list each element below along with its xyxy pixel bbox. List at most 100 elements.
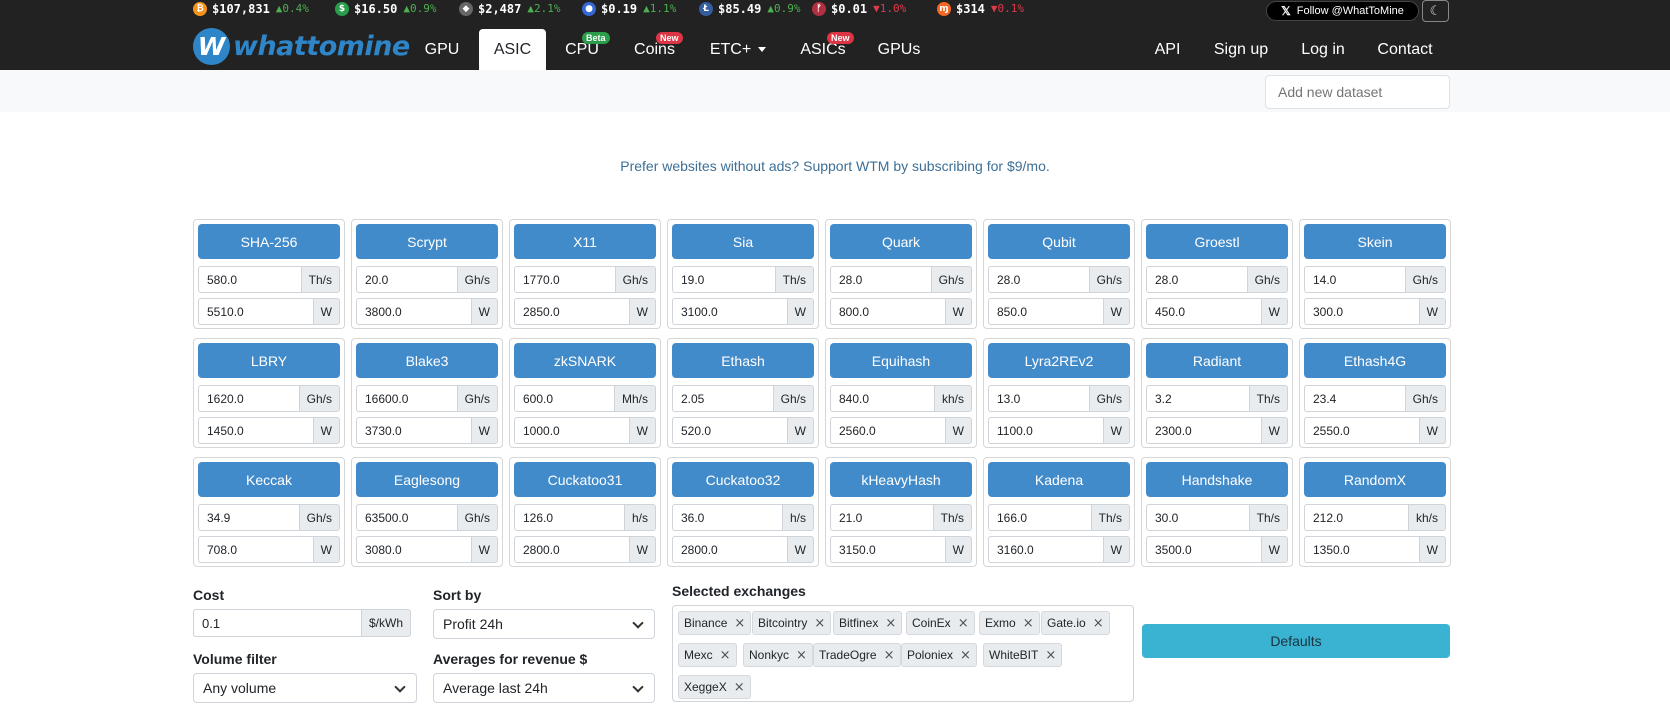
- ticker-item[interactable]: ₿ $107,831 ▲ 0.4%: [193, 1, 309, 16]
- power-input[interactable]: [830, 536, 945, 563]
- algo-toggle-button[interactable]: Radiant: [1146, 343, 1288, 378]
- power-input[interactable]: [356, 536, 471, 563]
- power-input[interactable]: [1146, 298, 1261, 325]
- hashrate-input[interactable]: [830, 385, 934, 412]
- hashrate-input[interactable]: [514, 266, 615, 293]
- hashrate-input[interactable]: [356, 385, 457, 412]
- power-input[interactable]: [514, 298, 629, 325]
- remove-icon[interactable]: ×: [885, 616, 896, 631]
- hashrate-input[interactable]: [356, 266, 457, 293]
- power-input[interactable]: [988, 536, 1103, 563]
- exchanges-multiselect[interactable]: Binance × Bitcointry × Bitfinex × CoinEx × Exmo ×…: [672, 605, 1134, 702]
- algo-toggle-button[interactable]: Sia: [672, 224, 814, 259]
- hashrate-input[interactable]: [1304, 385, 1405, 412]
- algo-toggle-button[interactable]: kHeavyHash: [830, 462, 972, 497]
- ticker-item[interactable]: ● $0.19 ▲ 1.1%: [582, 1, 676, 16]
- averages-select[interactable]: Average last 24h: [433, 673, 655, 703]
- hashrate-input[interactable]: [1304, 266, 1405, 293]
- algo-toggle-button[interactable]: LBRY: [198, 343, 340, 378]
- remove-icon[interactable]: ×: [720, 648, 731, 663]
- power-input[interactable]: [988, 417, 1103, 444]
- power-input[interactable]: [1304, 536, 1419, 563]
- power-input[interactable]: [672, 536, 787, 563]
- hashrate-input[interactable]: [988, 504, 1091, 531]
- hashrate-input[interactable]: [830, 504, 933, 531]
- hashrate-input[interactable]: [1146, 385, 1249, 412]
- algo-toggle-button[interactable]: Keccak: [198, 462, 340, 497]
- remove-icon[interactable]: ×: [814, 616, 825, 631]
- site-logo[interactable]: W whattomine: [193, 27, 410, 65]
- algo-toggle-button[interactable]: Equihash: [830, 343, 972, 378]
- power-input[interactable]: [830, 298, 945, 325]
- algo-toggle-button[interactable]: Scrypt: [356, 224, 498, 259]
- hashrate-input[interactable]: [356, 504, 457, 531]
- add-dataset-input[interactable]: [1265, 75, 1450, 109]
- algo-toggle-button[interactable]: Cuckatoo31: [514, 462, 656, 497]
- algo-toggle-button[interactable]: X11: [514, 224, 656, 259]
- power-input[interactable]: [672, 298, 787, 325]
- hashrate-input[interactable]: [988, 385, 1089, 412]
- remove-icon[interactable]: ×: [958, 616, 969, 631]
- algo-toggle-button[interactable]: Blake3: [356, 343, 498, 378]
- algo-toggle-button[interactable]: Handshake: [1146, 462, 1288, 497]
- power-input[interactable]: [514, 417, 629, 444]
- power-input[interactable]: [1146, 417, 1261, 444]
- nav-asic[interactable]: ASIC: [479, 29, 546, 70]
- algo-toggle-button[interactable]: Cuckatoo32: [672, 462, 814, 497]
- power-input[interactable]: [1304, 417, 1419, 444]
- hashrate-input[interactable]: [672, 266, 775, 293]
- nav-api[interactable]: API: [1145, 29, 1190, 70]
- hashrate-input[interactable]: [1146, 266, 1247, 293]
- remove-icon[interactable]: ×: [734, 616, 745, 631]
- volume-filter-select[interactable]: Any volume: [193, 673, 417, 703]
- hashrate-input[interactable]: [672, 504, 782, 531]
- remove-icon[interactable]: ×: [1023, 616, 1034, 631]
- remove-icon[interactable]: ×: [1093, 616, 1104, 631]
- nav-coins[interactable]: Coins New: [622, 29, 687, 70]
- remove-icon[interactable]: ×: [960, 648, 971, 663]
- remove-icon[interactable]: ×: [796, 648, 807, 663]
- theme-toggle-moon-icon[interactable]: ☾: [1422, 0, 1449, 22]
- defaults-button[interactable]: Defaults: [1142, 624, 1450, 658]
- ticker-item[interactable]: Ł $85.49 ▲ 0.9%: [699, 1, 800, 16]
- hashrate-input[interactable]: [1304, 504, 1408, 531]
- power-input[interactable]: [198, 536, 313, 563]
- algo-toggle-button[interactable]: Ethash: [672, 343, 814, 378]
- algo-toggle-button[interactable]: Groestl: [1146, 224, 1288, 259]
- nav-contact[interactable]: Contact: [1370, 29, 1440, 70]
- algo-toggle-button[interactable]: Lyra2REv2: [988, 343, 1130, 378]
- hashrate-input[interactable]: [1146, 504, 1249, 531]
- nav-gpu[interactable]: GPU: [412, 29, 472, 70]
- nav-etc[interactable]: ETC+: [703, 29, 773, 70]
- algo-toggle-button[interactable]: Skein: [1304, 224, 1446, 259]
- power-input[interactable]: [514, 536, 629, 563]
- subscription-promo-link[interactable]: Prefer websites without ads? Support WTM…: [0, 158, 1670, 174]
- power-input[interactable]: [830, 417, 945, 444]
- algo-toggle-button[interactable]: Qubit: [988, 224, 1130, 259]
- nav-sign-up[interactable]: Sign up: [1204, 29, 1278, 70]
- follow-x-button[interactable]: 𝕏 Follow @WhatToMine: [1266, 1, 1419, 21]
- power-input[interactable]: [356, 417, 471, 444]
- nav-log-in[interactable]: Log in: [1292, 29, 1354, 70]
- cost-input[interactable]: [193, 609, 361, 637]
- algo-toggle-button[interactable]: zkSNARK: [514, 343, 656, 378]
- algo-toggle-button[interactable]: Eaglesong: [356, 462, 498, 497]
- hashrate-input[interactable]: [514, 504, 624, 531]
- hashrate-input[interactable]: [514, 385, 614, 412]
- power-input[interactable]: [356, 298, 471, 325]
- power-input[interactable]: [988, 298, 1103, 325]
- algo-toggle-button[interactable]: RandomX: [1304, 462, 1446, 497]
- hashrate-input[interactable]: [198, 385, 299, 412]
- ticker-item[interactable]: ɱ $314 ▼ 0.1%: [937, 1, 1024, 16]
- power-input[interactable]: [1146, 536, 1261, 563]
- power-input[interactable]: [198, 417, 313, 444]
- nav-asics[interactable]: ASICs New: [793, 29, 854, 70]
- remove-icon[interactable]: ×: [734, 680, 745, 695]
- algo-toggle-button[interactable]: Quark: [830, 224, 972, 259]
- remove-icon[interactable]: ×: [884, 648, 895, 663]
- hashrate-input[interactable]: [988, 266, 1089, 293]
- hashrate-input[interactable]: [198, 266, 301, 293]
- hashrate-input[interactable]: [830, 266, 931, 293]
- power-input[interactable]: [1304, 298, 1419, 325]
- ticker-item[interactable]: $ $16.50 ▲ 0.9%: [335, 1, 436, 16]
